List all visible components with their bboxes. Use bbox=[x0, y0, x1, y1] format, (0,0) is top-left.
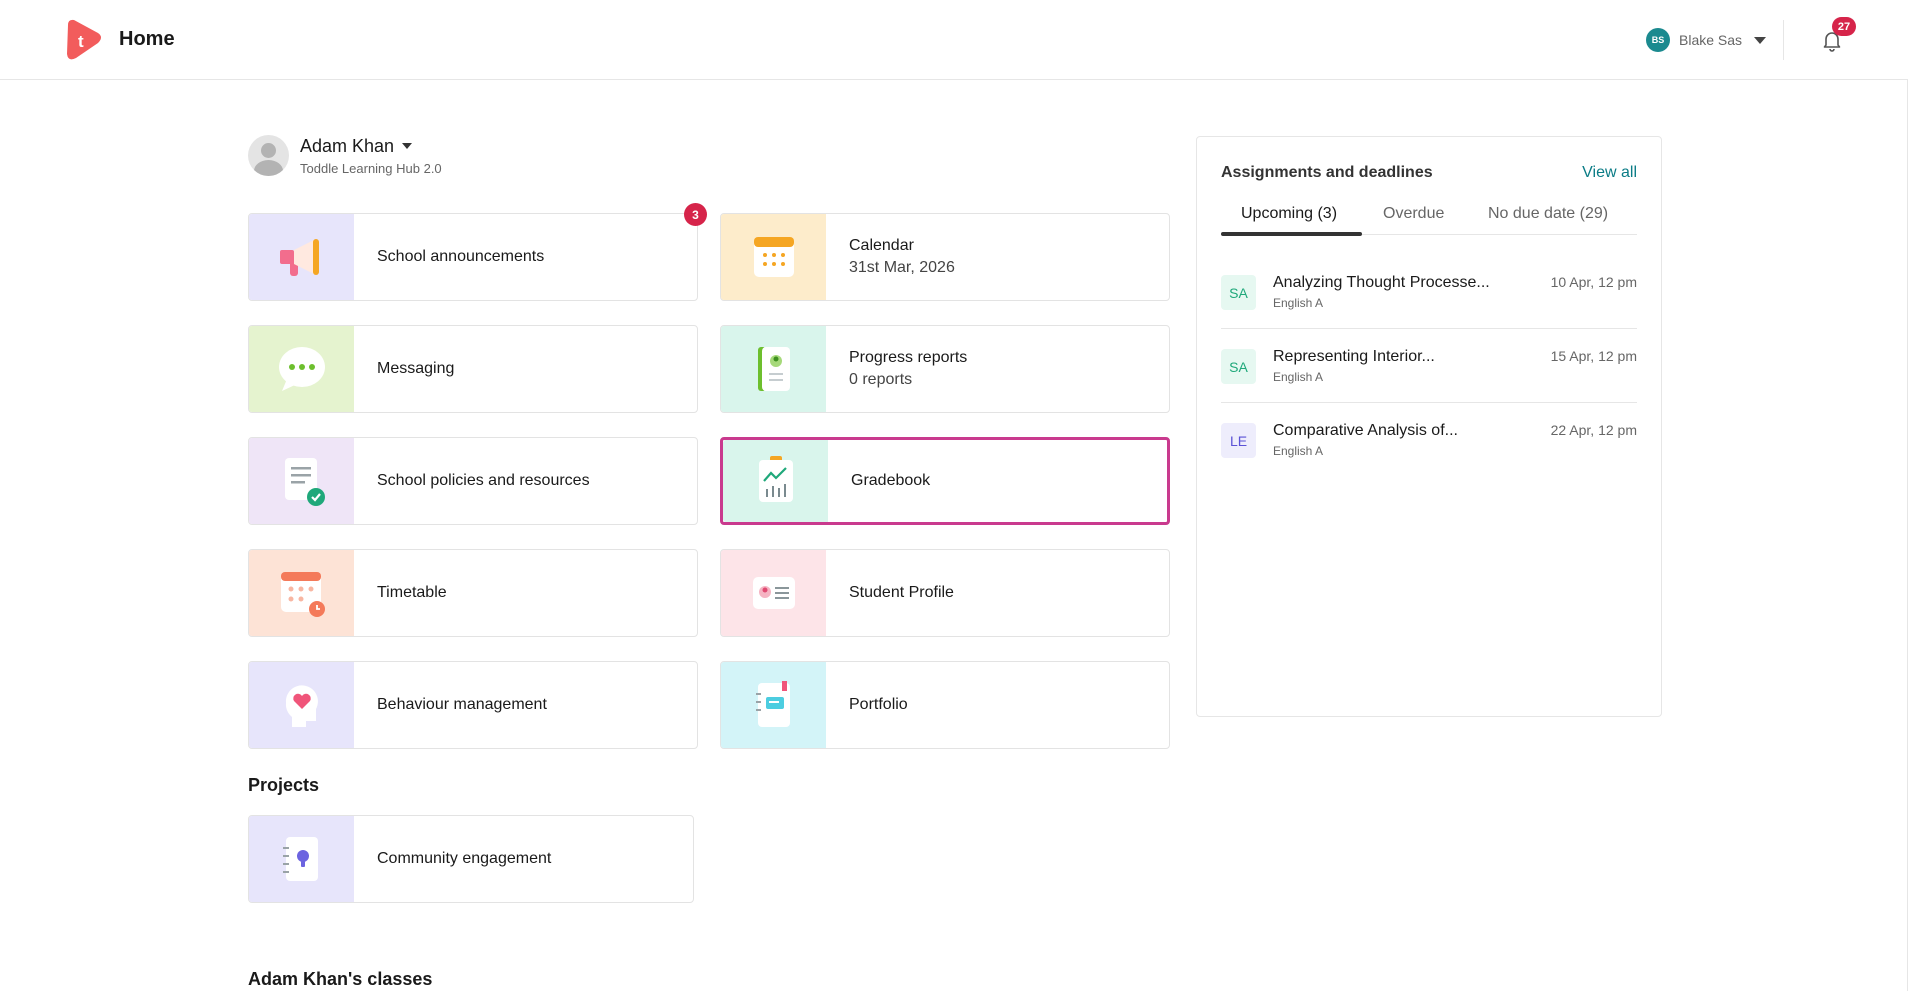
tile-title: Calendar bbox=[849, 237, 914, 254]
announcements-badge: 3 bbox=[684, 203, 707, 226]
chevron-down-icon bbox=[1754, 36, 1767, 44]
tile-calendar[interactable]: Calendar 31st Mar, 2026 bbox=[720, 213, 1170, 301]
tab-overdue[interactable]: Overdue bbox=[1383, 205, 1444, 223]
user-name: Blake Sas bbox=[1679, 32, 1743, 48]
calendar-icon bbox=[721, 214, 826, 300]
policy-document-icon bbox=[249, 438, 354, 524]
tile-title: Gradebook bbox=[851, 472, 931, 489]
assignment-row[interactable]: LE Comparative Analysis of... English A … bbox=[1221, 403, 1637, 477]
assignment-row[interactable]: SA Representing Interior... English A 15… bbox=[1221, 329, 1637, 403]
page-title: Home bbox=[119, 28, 175, 50]
tile-school-announcements[interactable]: School announcements bbox=[248, 213, 698, 301]
notification-badge: 27 bbox=[1832, 17, 1856, 36]
tile-title: Behaviour management bbox=[377, 696, 547, 713]
avatar bbox=[248, 135, 289, 176]
tile-title: Messaging bbox=[377, 360, 455, 377]
student-switcher[interactable]: Adam Khan Toddle Learning Hub 2.0 bbox=[248, 135, 442, 176]
assignments-title: Assignments and deadlines bbox=[1221, 164, 1433, 181]
lightbulb-notebook-icon bbox=[249, 816, 354, 902]
top-bar: t Home BS Blake Sas 27 bbox=[0, 0, 1908, 80]
tab-no-due-date[interactable]: No due date (29) bbox=[1488, 205, 1608, 223]
chat-bubble-icon bbox=[249, 326, 354, 412]
tab-upcoming[interactable]: Upcoming (3) bbox=[1241, 205, 1337, 223]
tile-title: Student Profile bbox=[849, 584, 954, 601]
tile-gradebook[interactable]: Gradebook bbox=[720, 437, 1170, 525]
user-avatar: BS bbox=[1646, 28, 1670, 52]
class-initials-badge: SA bbox=[1221, 349, 1256, 384]
assignment-due-date: 22 Apr, 12 pm bbox=[1550, 422, 1637, 438]
tile-title: School policies and resources bbox=[377, 472, 590, 489]
assignment-row[interactable]: SA Analyzing Thought Processe... English… bbox=[1221, 255, 1637, 329]
chevron-down-icon bbox=[402, 143, 413, 149]
student-name: Adam Khan bbox=[300, 135, 395, 156]
tile-title: School announcements bbox=[377, 248, 545, 265]
id-card-icon bbox=[721, 550, 826, 636]
tile-subtitle: 0 reports bbox=[849, 371, 913, 388]
head-heart-icon bbox=[249, 662, 354, 748]
assignment-course: English A bbox=[1273, 370, 1324, 384]
school-name: Toddle Learning Hub 2.0 bbox=[300, 160, 442, 176]
assignment-course: English A bbox=[1273, 296, 1324, 310]
assignment-title: Representing Interior... bbox=[1273, 348, 1435, 365]
view-all-link[interactable]: View all bbox=[1582, 164, 1637, 182]
tile-title: Community engagement bbox=[377, 850, 552, 867]
tile-school-policies[interactable]: School policies and resources bbox=[248, 437, 698, 525]
tile-title: Progress reports bbox=[849, 349, 968, 366]
assignment-due-date: 10 Apr, 12 pm bbox=[1550, 274, 1637, 290]
tile-progress-reports[interactable]: Progress reports 0 reports bbox=[720, 325, 1170, 413]
tile-timetable[interactable]: Timetable bbox=[248, 549, 698, 637]
class-initials-badge: LE bbox=[1221, 423, 1256, 458]
assignment-course: English A bbox=[1273, 444, 1324, 458]
tile-title: Timetable bbox=[377, 584, 447, 601]
notebook-icon bbox=[721, 662, 826, 748]
tile-subtitle: 31st Mar, 2026 bbox=[849, 259, 955, 276]
tile-portfolio[interactable]: Portfolio bbox=[720, 661, 1170, 749]
projects-heading: Projects bbox=[248, 775, 320, 795]
tile-student-profile[interactable]: Student Profile bbox=[720, 549, 1170, 637]
assignments-panel: Assignments and deadlines View all Upcom… bbox=[1196, 136, 1662, 717]
assignment-title: Comparative Analysis of... bbox=[1273, 422, 1458, 439]
tile-title: Portfolio bbox=[849, 696, 908, 713]
tile-community-engagement[interactable]: Community engagement bbox=[248, 815, 694, 903]
classes-heading: Adam Khan's classes bbox=[248, 969, 433, 989]
tile-behaviour-management[interactable]: Behaviour management bbox=[248, 661, 698, 749]
tile-messaging[interactable]: Messaging bbox=[248, 325, 698, 413]
active-tab-indicator bbox=[1221, 232, 1362, 236]
timetable-icon bbox=[249, 550, 354, 636]
assignment-title: Analyzing Thought Processe... bbox=[1273, 274, 1490, 291]
assignment-due-date: 15 Apr, 12 pm bbox=[1550, 348, 1637, 364]
header-divider bbox=[1783, 20, 1784, 60]
svg-text:t: t bbox=[78, 32, 84, 51]
megaphone-icon bbox=[249, 214, 354, 300]
assignment-tabs: Upcoming (3) Overdue No due date (29) bbox=[1221, 193, 1637, 236]
user-switcher[interactable]: BS Blake Sas bbox=[1646, 28, 1767, 52]
report-book-icon bbox=[721, 326, 826, 412]
class-initials-badge: SA bbox=[1221, 275, 1256, 310]
toddle-logo-icon[interactable]: t bbox=[62, 19, 104, 61]
chart-document-icon bbox=[723, 440, 828, 522]
